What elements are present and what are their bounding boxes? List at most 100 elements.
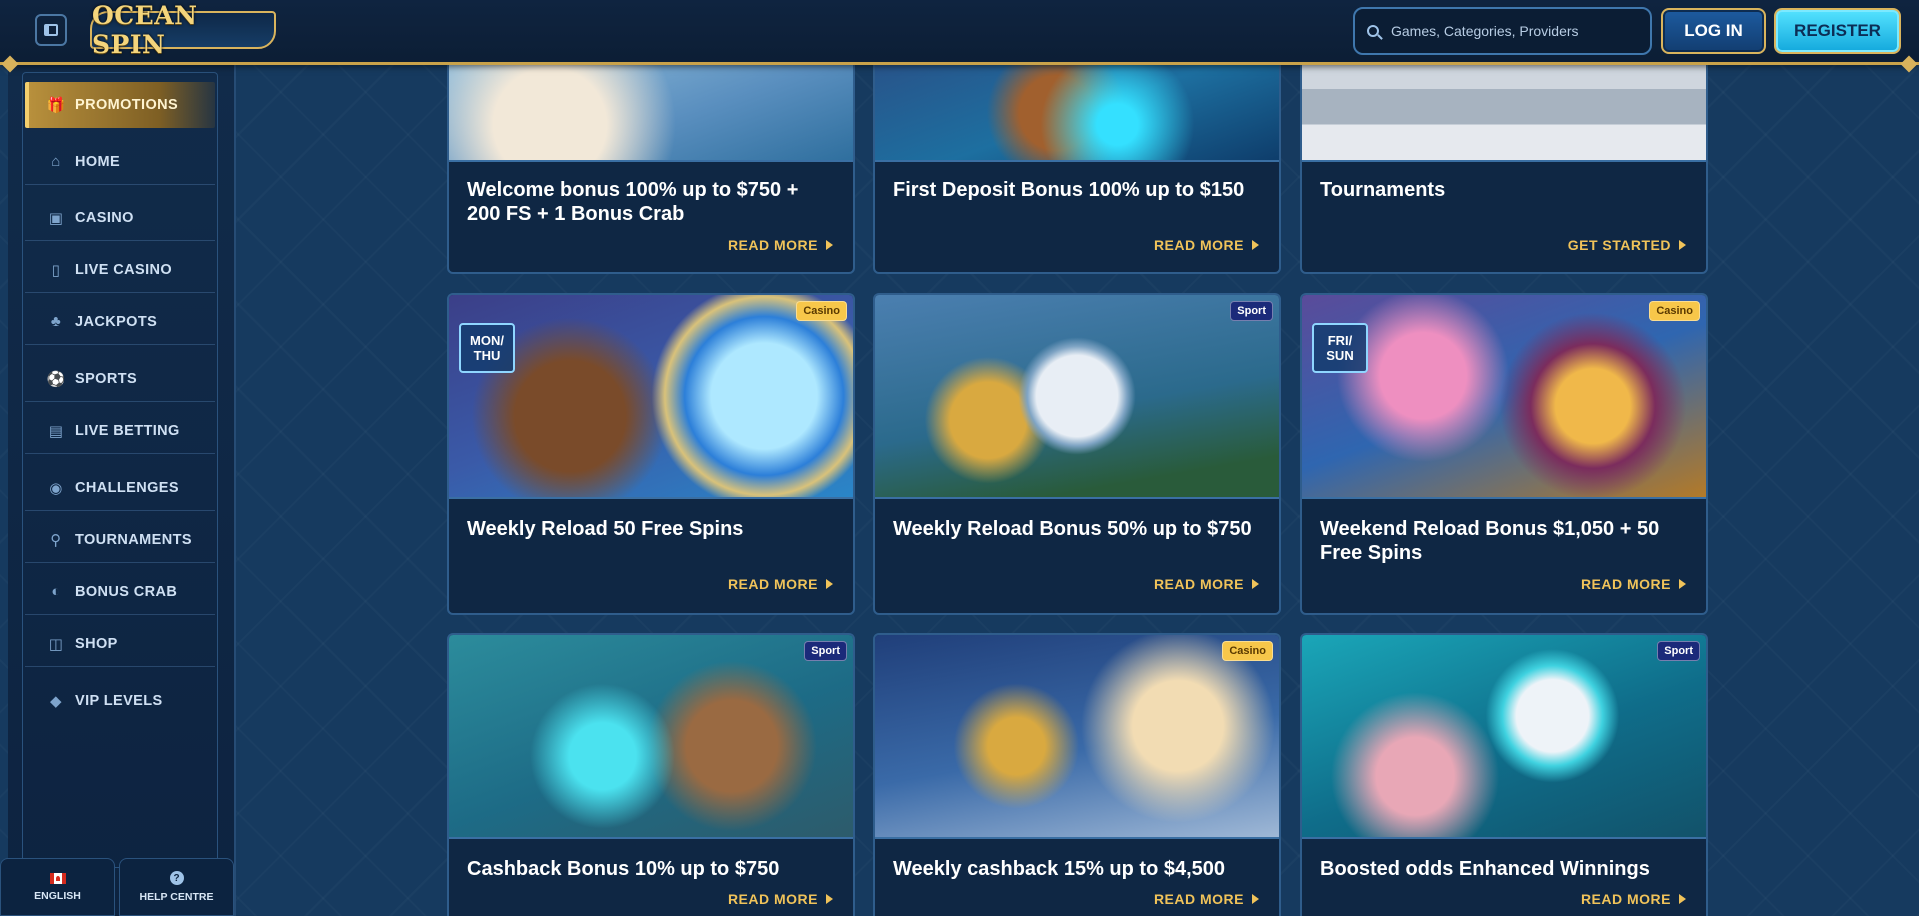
login-button[interactable]: LOG IN [1661, 8, 1766, 54]
promo-card-boosted-odds[interactable]: Sport Boosted odds Enhanced Winnings REA… [1300, 633, 1708, 916]
top-header: OCEAN SPIN LOG IN REGISTER [0, 0, 1919, 65]
casino-badge: Casino [1222, 641, 1273, 661]
arrow-right-icon [1252, 240, 1259, 250]
help-icon: ? [169, 871, 184, 885]
sidebar-item-vip-levels[interactable]: ◆ VIP LEVELS [25, 678, 215, 724]
sidebar-item-label: LIVE CASINO [75, 261, 173, 278]
search-input[interactable] [1389, 22, 1633, 40]
read-more-label: READ MORE [727, 237, 818, 253]
promo-image: Casino [875, 635, 1279, 839]
read-more-link[interactable]: READ MORE [1581, 891, 1686, 907]
arrow-right-icon [826, 894, 833, 904]
read-more-label: READ MORE [727, 891, 818, 907]
sidebar-item-label: TOURNAMENTS [75, 531, 192, 548]
arrow-right-icon [1252, 894, 1259, 904]
promo-image: Sport [1302, 635, 1706, 839]
sport-badge: Sport [1657, 641, 1700, 661]
promo-card-weekly-reload-bonus[interactable]: Sport Weekly Reload Bonus 50% up to $750… [873, 293, 1281, 615]
slot-machine-icon: ▣ [48, 209, 64, 227]
sidebar-item-challenges[interactable]: ◉ CHALLENGES [25, 465, 215, 511]
logo[interactable]: OCEAN SPIN [90, 1, 276, 59]
read-more-label: READ MORE [1153, 237, 1244, 253]
read-more-link[interactable]: READ MORE [1154, 576, 1259, 592]
home-icon: ⌂ [51, 153, 61, 170]
get-started-link[interactable]: GET STARTED [1568, 237, 1686, 253]
promo-card-welcome-bonus[interactable]: Welcome bonus 100% up to $750 + 200 FS +… [447, 40, 855, 274]
sidebar-toggle-icon [44, 24, 58, 36]
language-label: ENGLISH [34, 889, 81, 902]
language-button[interactable]: ENGLISH [0, 858, 115, 916]
read-more-label: READ MORE [727, 576, 818, 592]
promo-card-weekly-cashback[interactable]: Casino Weekly cashback 15% up to $4,500 … [873, 633, 1281, 916]
live-icon: ▤ [48, 422, 64, 440]
read-more-label: READ MORE [1580, 891, 1671, 907]
sidebar-item-label: SHOP [75, 635, 118, 652]
sidebar-item-label: CHALLENGES [75, 479, 179, 496]
read-more-label: READ MORE [1580, 576, 1671, 592]
sidebar-item-label: JACKPOTS [75, 313, 158, 330]
help-centre-button[interactable]: ? HELP CENTRE [119, 858, 234, 916]
sidebar-item-tournaments[interactable]: ⚲ TOURNAMENTS [25, 517, 215, 563]
read-more-label: READ MORE [1153, 891, 1244, 907]
canada-flag-icon [49, 872, 66, 884]
gift-icon: 🎁 [46, 97, 66, 114]
promo-title: Weekly Reload Bonus 50% up to $750 [893, 518, 1252, 540]
promo-title: Weekend Reload Bonus $1,050 + 50 Free Sp… [1320, 518, 1660, 564]
sidebar-item-label: SPORTS [75, 370, 138, 387]
promo-title: Boosted odds Enhanced Winnings [1320, 858, 1650, 880]
help-label: HELP CENTRE [139, 891, 214, 903]
ball-icon: ⚽ [46, 370, 66, 388]
read-more-link[interactable]: READ MORE [1581, 576, 1686, 592]
arrow-right-icon [826, 579, 833, 589]
promo-card-first-deposit[interactable]: First Deposit Bonus 100% up to $150 READ… [873, 40, 1281, 274]
read-more-label: READ MORE [1153, 576, 1244, 592]
sport-badge: Sport [804, 641, 847, 661]
read-more-link[interactable]: READ MORE [728, 237, 833, 253]
sidebar-item-promotions[interactable]: 🎁 PROMOTIONS [25, 82, 215, 128]
arrow-right-icon [1679, 579, 1686, 589]
sidebar-item-home[interactable]: ⌂ HOME [25, 139, 215, 185]
promo-card-weekly-reload-spins[interactable]: MON/THU Casino Weekly Reload 50 Free Spi… [447, 293, 855, 615]
sidebar-item-live-casino[interactable]: ▯ LIVE CASINO [25, 247, 215, 293]
sidebar-item-live-betting[interactable]: ▤ LIVE BETTING [25, 408, 215, 454]
sidebar-item-sports[interactable]: ⚽ SPORTS [25, 356, 215, 402]
arrow-right-icon [1679, 894, 1686, 904]
sidebar-item-bonus-crab[interactable]: ◐ BONUS CRAB [25, 569, 215, 615]
mobile-icon: ▯ [51, 261, 61, 279]
arrow-right-icon [1679, 240, 1686, 250]
read-more-link[interactable]: READ MORE [1154, 237, 1259, 253]
sidebar-item-label: BONUS CRAB [75, 583, 178, 600]
promo-card-cashback[interactable]: Sport Cashback Bonus 10% up to $750 READ… [447, 633, 855, 916]
promo-image: Sport [875, 295, 1279, 499]
promo-title: Tournaments [1320, 179, 1446, 201]
sidebar-item-label: PROMOTIONS [75, 97, 179, 113]
read-more-link[interactable]: READ MORE [728, 891, 833, 907]
search-box[interactable] [1353, 7, 1652, 55]
sidebar-item-jackpots[interactable]: ♣ JACKPOTS [25, 299, 215, 345]
casino-badge: Casino [1649, 301, 1700, 321]
sidebar-toggle-button[interactable] [35, 14, 67, 46]
sidebar-item-label: LIVE BETTING [75, 422, 180, 439]
read-more-link[interactable]: READ MORE [1154, 891, 1259, 907]
day-tag: FRI/SUN [1312, 323, 1368, 373]
promo-image: FRI/SUN Casino [1302, 295, 1706, 499]
sidebar-footer: ENGLISH ? HELP CENTRE [0, 858, 234, 916]
promo-title: First Deposit Bonus 100% up to $150 [893, 179, 1245, 201]
crab-icon: ◐ [51, 583, 61, 600]
sidebar-item-label: CASINO [75, 209, 134, 226]
promo-title: Welcome bonus 100% up to $750 + 200 FS +… [467, 179, 799, 225]
promo-image: Sport [449, 635, 853, 839]
read-more-link[interactable]: READ MORE [728, 576, 833, 592]
promo-card-tournaments[interactable]: Tournaments GET STARTED [1300, 40, 1708, 274]
basket-icon: ◫ [48, 635, 64, 653]
get-started-label: GET STARTED [1567, 237, 1671, 253]
register-button[interactable]: REGISTER [1774, 8, 1901, 54]
sidebar-item-shop[interactable]: ◫ SHOP [25, 621, 215, 667]
promo-title: Weekly Reload 50 Free Spins [467, 518, 744, 540]
sport-badge: Sport [1230, 301, 1273, 321]
arrow-right-icon [1252, 579, 1259, 589]
sidebar-item-label: HOME [75, 153, 121, 170]
search-icon [1367, 25, 1379, 37]
promo-card-weekend-reload[interactable]: FRI/SUN Casino Weekend Reload Bonus $1,0… [1300, 293, 1708, 615]
sidebar-item-casino[interactable]: ▣ CASINO [25, 195, 215, 241]
